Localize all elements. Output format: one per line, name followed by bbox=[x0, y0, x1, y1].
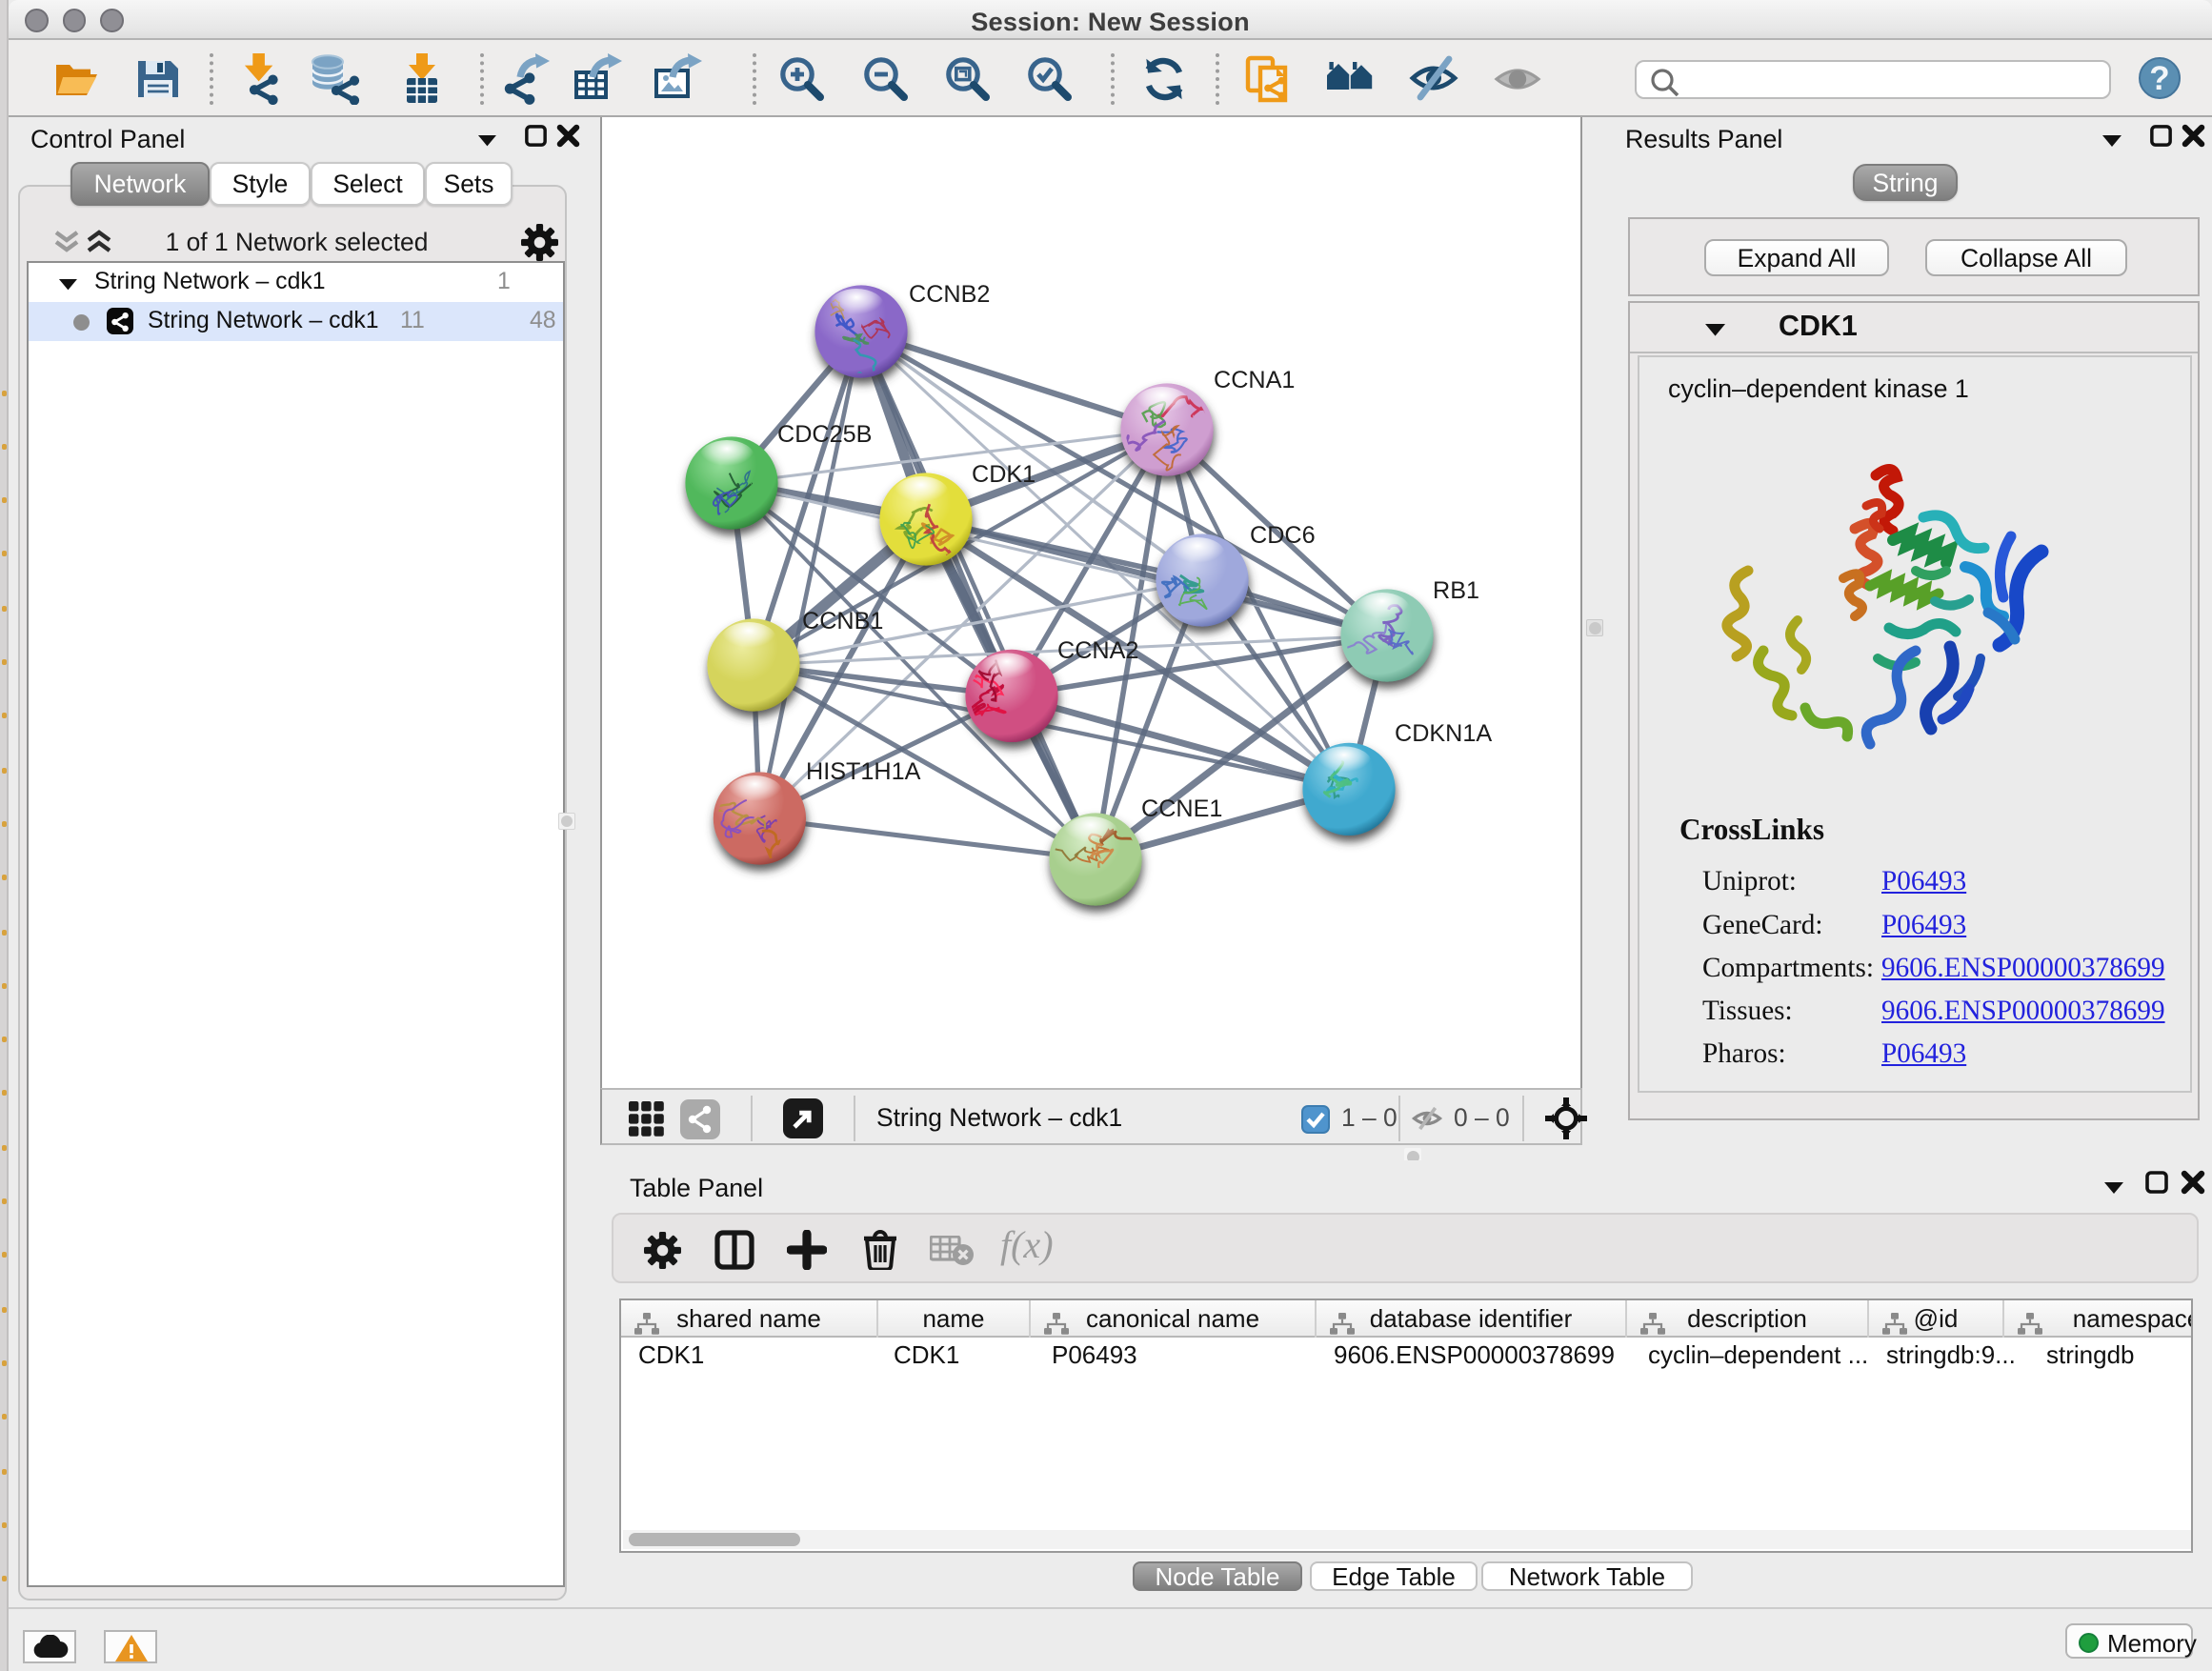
svg-text:CCNB1: CCNB1 bbox=[802, 608, 883, 634]
svg-text:CCNA2: CCNA2 bbox=[1057, 637, 1138, 664]
svg-text:HIST1H1A: HIST1H1A bbox=[806, 758, 921, 785]
svg-text:RB1: RB1 bbox=[1433, 577, 1479, 604]
svg-text:?: ? bbox=[2149, 60, 2169, 97]
svg-text:CCNE1: CCNE1 bbox=[1141, 795, 1222, 822]
svg-text:CCNA1: CCNA1 bbox=[1214, 367, 1295, 393]
svg-text:CDC6: CDC6 bbox=[1250, 522, 1316, 549]
svg-text:CCNB2: CCNB2 bbox=[909, 281, 990, 308]
svg-text:CDK1: CDK1 bbox=[972, 461, 1036, 488]
svg-text:CDKN1A: CDKN1A bbox=[1395, 720, 1492, 747]
svg-text:CDC25B: CDC25B bbox=[777, 421, 872, 448]
